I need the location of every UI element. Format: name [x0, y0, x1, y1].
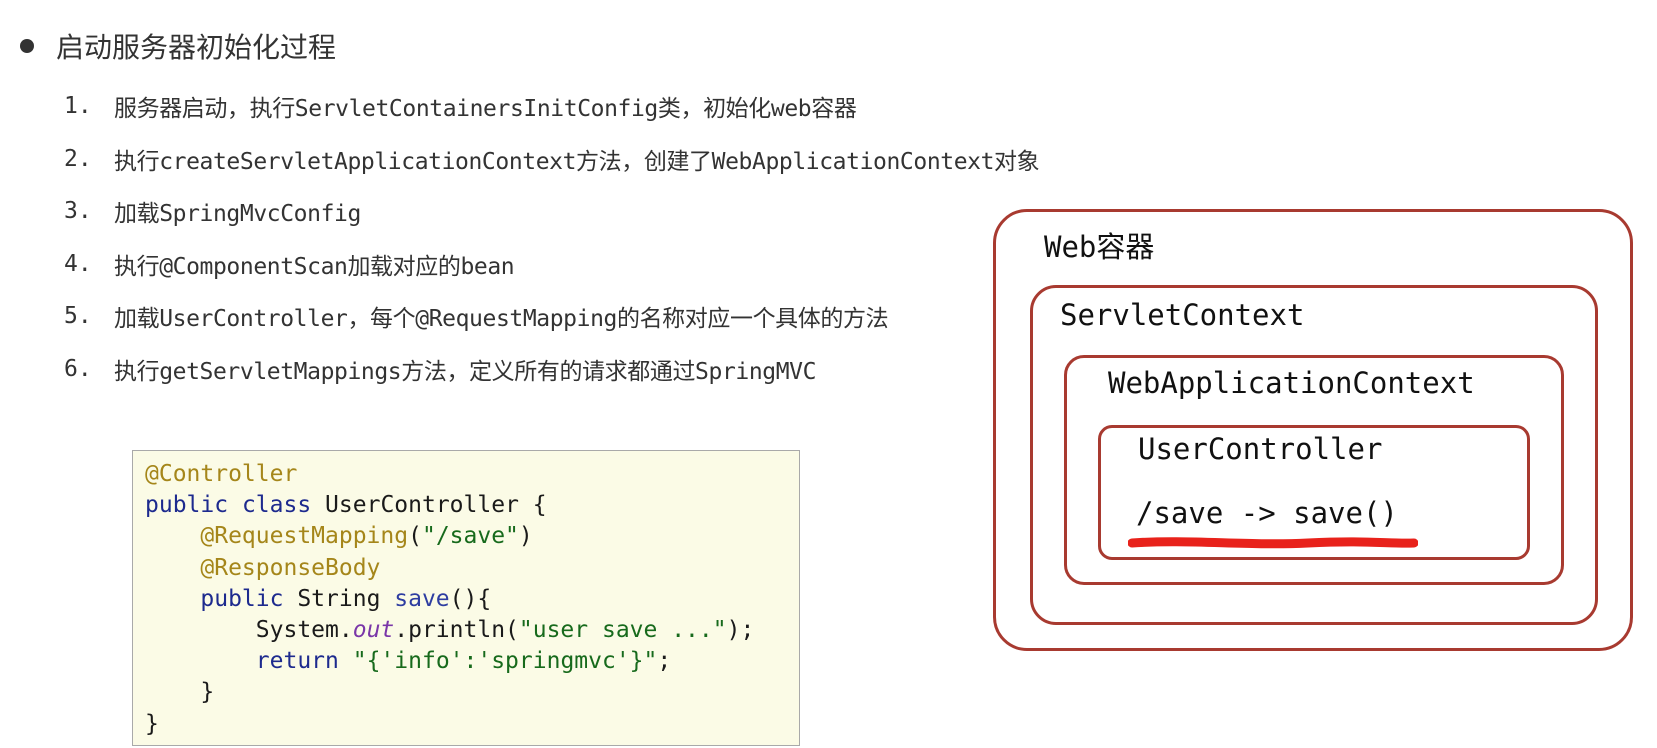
step-text: 服务器启动，执行ServletContainersInitConfig类，初始化… [114, 96, 857, 123]
code-line: System.out.println("user save ..."); [145, 615, 799, 646]
string-token: "/save" [421, 523, 519, 550]
step-item: 4. 执行@ComponentScan加载对应的bean [64, 238, 1039, 291]
code-token: String [283, 585, 395, 612]
steps-list: 1. 服务器启动，执行ServletContainersInitConfig类，… [64, 80, 1040, 396]
step-item: 1. 服务器启动，执行ServletContainersInitConfig类，… [64, 80, 1039, 133]
code-token: } [145, 710, 159, 737]
code-line: @Controller [145, 459, 799, 490]
code-token: ); [726, 616, 755, 643]
web-container-label: Web容器 [1044, 230, 1155, 264]
step-text: 执行@ComponentScan加载对应的bean [114, 253, 515, 280]
section-heading: 启动服务器初始化过程 [14, 26, 336, 66]
step-text: 加载UserController，每个@RequestMapping的名称对应一… [114, 306, 889, 333]
step-text: 加载SpringMvcConfig [114, 201, 361, 228]
string-token: "user save ..." [518, 616, 727, 643]
code-token: UserController { [311, 492, 547, 519]
step-text: 执行getServletMappings方法，定义所有的请求都通过SpringM… [114, 358, 817, 385]
bullet-icon [20, 39, 34, 53]
method-token: save [394, 585, 450, 612]
keyword-token: class [241, 492, 312, 519]
user-controller-label: UserController [1138, 432, 1383, 466]
code-token: ) [518, 523, 533, 550]
step-number: 3. [64, 198, 92, 225]
step-item: 5. 加载UserController，每个@RequestMapping的名称… [64, 290, 1039, 343]
string-token: "{'info':'springmvc'}" [352, 648, 658, 675]
step-number: 5. [64, 303, 92, 330]
annotation-token: @RequestMapping [200, 523, 409, 550]
keyword-token: return [255, 648, 339, 675]
step-number: 1. [64, 93, 92, 120]
keyword-token: public [145, 492, 229, 519]
code-token: (){ [449, 585, 492, 612]
underline-stroke [1128, 537, 1418, 549]
code-token: } [200, 679, 215, 706]
keyword-token: public [200, 585, 284, 612]
code-line: } [145, 709, 799, 740]
step-text: 执行createServletApplicationContext方法，创建了W… [114, 148, 1040, 175]
annotation-token: @ResponseBody [200, 554, 381, 581]
step-item: 6. 执行getServletMappings方法，定义所有的请求都通过Spri… [64, 343, 1039, 396]
code-token: .println( [394, 616, 519, 643]
annotation-token: @Controller [145, 461, 298, 487]
code-token: System. [255, 616, 353, 643]
code-line: @ResponseBody [145, 553, 799, 584]
step-number: 2. [64, 145, 92, 172]
code-line: } [145, 677, 799, 708]
code-line: public String save(){ [145, 584, 799, 615]
web-application-context-label: WebApplicationContext [1108, 366, 1475, 400]
step-item: 3. 加载SpringMvcConfig [64, 185, 1039, 238]
code-token: ( [408, 523, 422, 550]
heading-text: 启动服务器初始化过程 [56, 31, 337, 64]
field-token: out [352, 616, 395, 643]
code-snippet: @Controller public class UserController … [132, 450, 800, 746]
step-number: 4. [64, 250, 92, 277]
save-mapping-label: /save -> save() [1136, 496, 1398, 530]
step-number: 6. [64, 355, 92, 382]
servlet-context-label: ServletContext [1060, 298, 1305, 332]
code-token: ; [657, 648, 672, 675]
red-underline-mark [1128, 537, 1418, 549]
code-line: public class UserController { [145, 490, 799, 521]
step-item: 2. 执行createServletApplicationContext方法，创… [64, 133, 1040, 186]
code-line: @RequestMapping("/save") [145, 521, 799, 552]
code-line: return "{'info':'springmvc'}"; [145, 646, 799, 677]
